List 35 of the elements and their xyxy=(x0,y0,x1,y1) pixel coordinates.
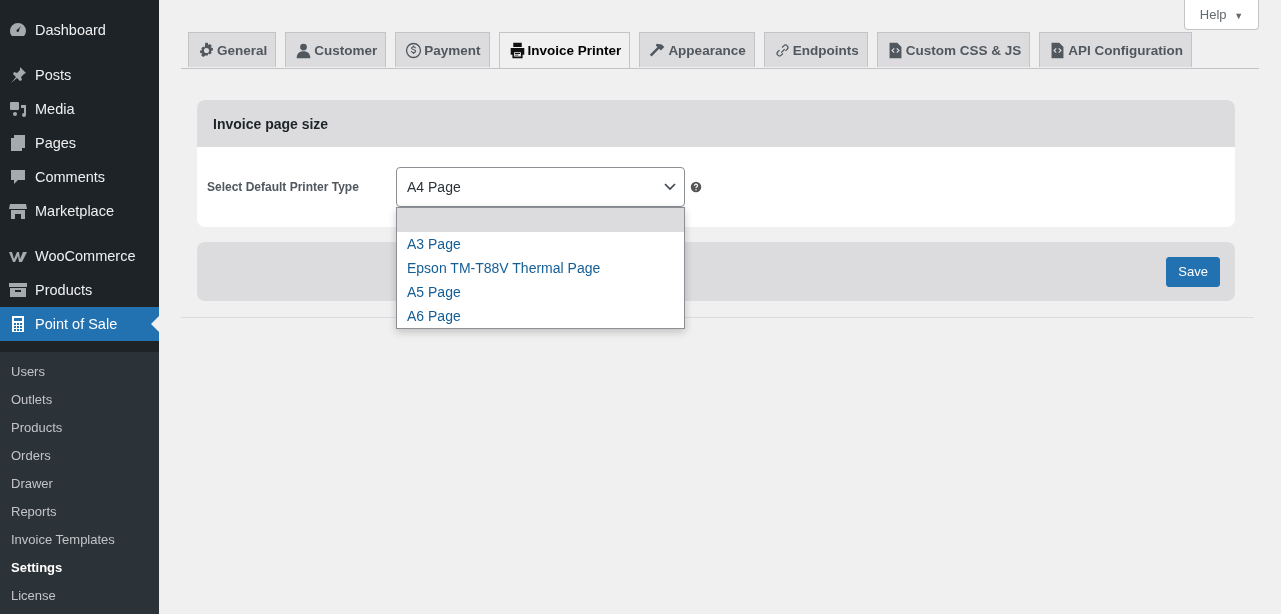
sidebar-item[interactable]: Pages xyxy=(0,126,159,160)
sidebar-item[interactable]: Products xyxy=(0,273,159,307)
help-button[interactable]: Help ▼ xyxy=(1184,0,1259,30)
sidebar-item[interactable]: Dashboard xyxy=(0,13,159,47)
settings-tab[interactable]: Endpoints xyxy=(763,32,868,67)
submenu-item[interactable]: Settings xyxy=(0,554,159,582)
dropdown-option[interactable]: Epson TM-T88V Thermal Page xyxy=(397,256,684,280)
dropdown-option[interactable]: A5 Page xyxy=(397,280,684,304)
sidebar-item[interactable]: WooCommerce xyxy=(0,239,159,273)
submenu-item[interactable]: Orders xyxy=(0,442,159,470)
submenu-item[interactable]: Reports xyxy=(0,498,159,526)
sidebar-item[interactable]: Posts xyxy=(0,58,159,92)
settings-tab[interactable]: Invoice Printer xyxy=(498,32,631,68)
dropdown-option[interactable]: A3 Page xyxy=(397,232,684,256)
settings-tab[interactable]: Payment xyxy=(395,32,490,67)
submenu-item[interactable]: Users xyxy=(0,358,159,386)
submenu-item[interactable]: Outlets xyxy=(0,386,159,414)
settings-tab[interactable]: Appearance xyxy=(639,32,755,67)
settings-tab[interactable]: API Configuration xyxy=(1039,32,1192,67)
settings-tab[interactable]: General xyxy=(188,32,277,67)
dropdown-option[interactable]: A6 Page xyxy=(397,304,684,328)
printer-type-select[interactable]: A4 Page xyxy=(396,167,685,207)
submenu-item[interactable]: Drawer xyxy=(0,470,159,498)
settings-tab[interactable]: Custom CSS & JS xyxy=(876,32,1031,67)
save-button[interactable]: Save xyxy=(1166,256,1220,287)
sidebar-item[interactable]: Marketplace xyxy=(0,194,159,228)
settings-tab[interactable]: Customer xyxy=(285,32,387,67)
submenu-item[interactable]: License xyxy=(0,582,159,610)
sidebar-item[interactable]: Comments xyxy=(0,160,159,194)
sidebar-item[interactable]: Media xyxy=(0,92,159,126)
panel-title: Invoice page size xyxy=(213,115,329,132)
submenu-item[interactable]: Products xyxy=(0,414,159,442)
submenu-item[interactable]: Invoice Templates xyxy=(0,526,159,554)
sidebar-item[interactable]: Point of Sale xyxy=(0,307,159,341)
field-label: Select Default Printer Type xyxy=(207,180,360,194)
